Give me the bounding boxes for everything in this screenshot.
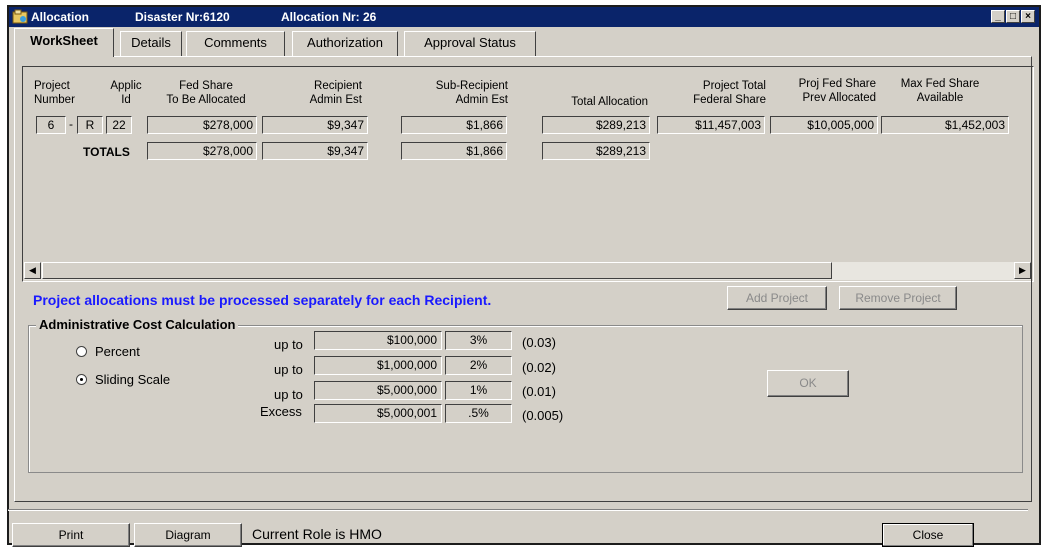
close-window-button[interactable]: ×: [1021, 10, 1035, 23]
tab-worksheet[interactable]: WorkSheet: [14, 28, 114, 57]
minimize-button[interactable]: _: [991, 10, 1005, 23]
tab-approval-status[interactable]: Approval Status: [404, 31, 536, 56]
diagram-button[interactable]: Diagram: [134, 523, 242, 547]
close-button[interactable]: Close: [882, 523, 974, 547]
title-allocation: Allocation Nr: 26: [281, 10, 377, 24]
title-disaster: Disaster Nr:6120: [135, 10, 230, 24]
worksheet-panel: [14, 56, 1032, 502]
title-app: Allocation: [31, 10, 90, 24]
tab-authorization[interactable]: Authorization: [292, 31, 398, 56]
app-icon: [12, 9, 28, 24]
title-bar[interactable]: Allocation Disaster Nr:6120 Allocation N…: [9, 7, 1039, 27]
print-button[interactable]: Print: [12, 523, 130, 547]
bottom-separator: [8, 509, 1028, 511]
tab-details[interactable]: Details: [120, 31, 182, 56]
tab-comments[interactable]: Comments: [186, 31, 285, 56]
maximize-button[interactable]: □: [1006, 10, 1020, 23]
current-role-status: Current Role is HMO: [252, 526, 382, 542]
